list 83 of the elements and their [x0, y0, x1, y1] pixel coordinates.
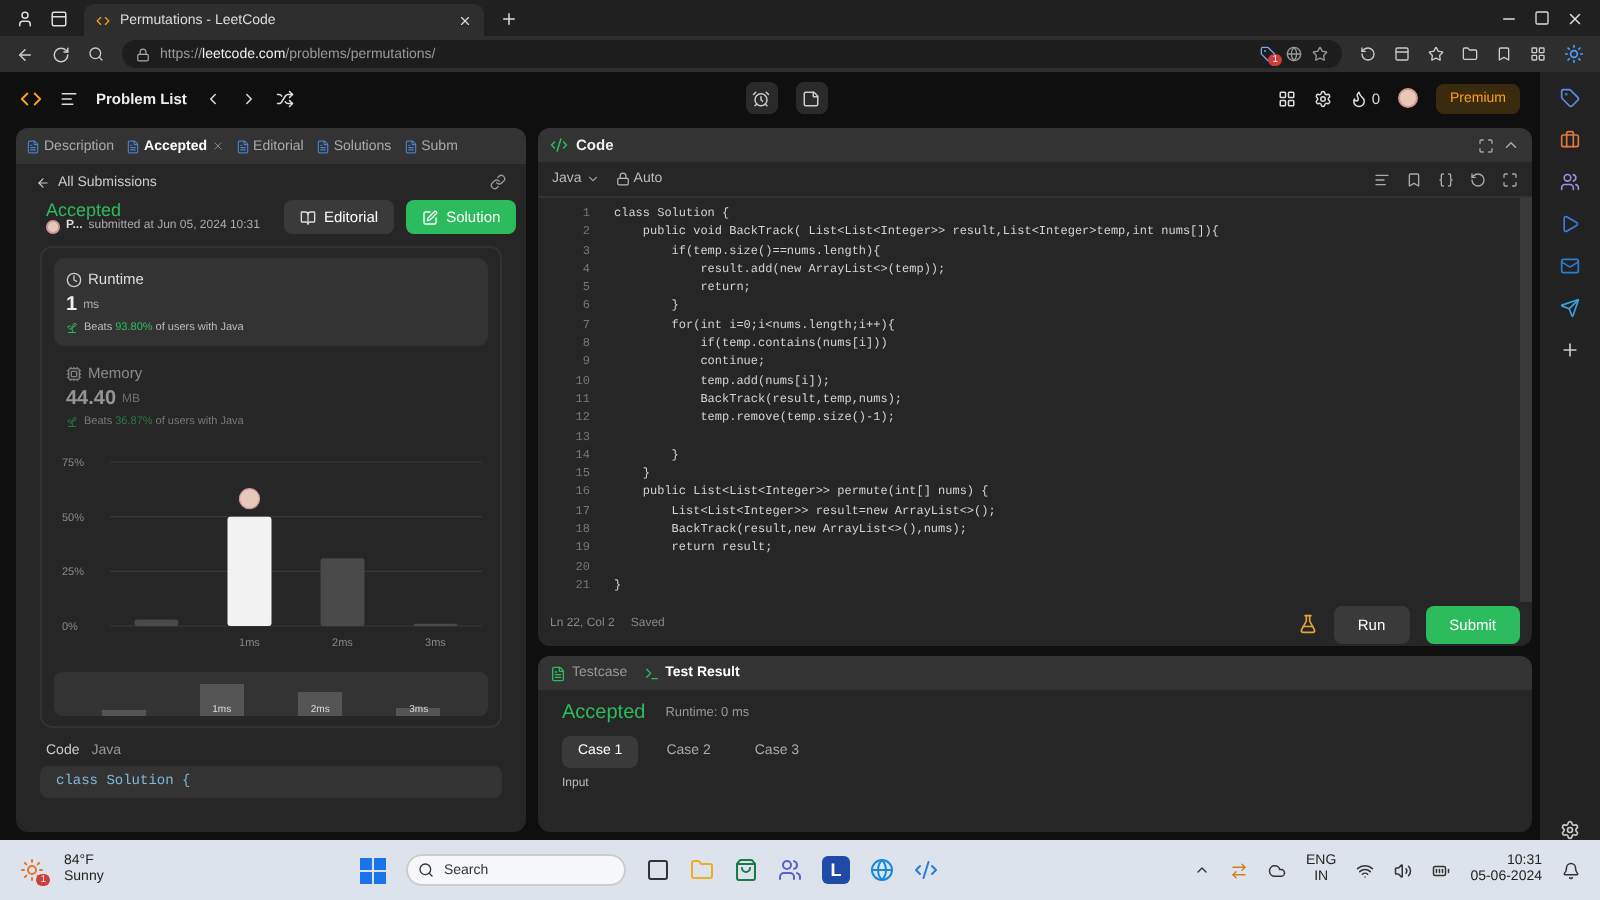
- browser-icon[interactable]: [869, 858, 894, 882]
- fullscreen-icon[interactable]: [1478, 137, 1494, 153]
- metric-icon: [66, 271, 82, 288]
- editor-icon[interactable]: [913, 858, 938, 882]
- tab-icon: [403, 139, 418, 153]
- tab-icon: [550, 665, 566, 681]
- link-icon[interactable]: [490, 174, 506, 190]
- settings-icon[interactable]: [1313, 89, 1332, 107]
- debug-icon[interactable]: [1297, 614, 1318, 634]
- send-icon[interactable]: [1560, 298, 1580, 318]
- people-icon[interactable]: [1560, 172, 1580, 192]
- lock-icon: [615, 172, 630, 186]
- add-icon[interactable]: [1560, 340, 1580, 360]
- battery-icon[interactable]: [1432, 861, 1451, 879]
- tab-icon: [235, 139, 250, 153]
- submission-status: Accepted: [46, 200, 122, 220]
- split-screen-icon[interactable]: [1394, 46, 1410, 62]
- mini-bar: [101, 710, 146, 717]
- windows-logo-icon[interactable]: [359, 857, 386, 883]
- extension-icon[interactable]: [1260, 46, 1276, 62]
- weather-icon[interactable]: [20, 858, 44, 882]
- tab-icon: [643, 665, 660, 681]
- user-avatar: [46, 220, 60, 235]
- leaf-icon: [66, 416, 78, 429]
- list-icon[interactable]: [60, 89, 78, 107]
- user-avatar[interactable]: [1397, 88, 1418, 108]
- volume-icon[interactable]: [1394, 861, 1413, 879]
- reset-icon[interactable]: [1470, 171, 1486, 187]
- flame-icon[interactable]: [1349, 89, 1368, 107]
- avatar-marker: [238, 488, 261, 510]
- reload-icon[interactable]: [52, 45, 70, 63]
- format-icon[interactable]: [1374, 171, 1390, 187]
- tab-icon: [315, 139, 330, 153]
- maximize-icon[interactable]: [1534, 10, 1550, 26]
- tag-icon[interactable]: [1560, 88, 1580, 108]
- tray-chevron-icon[interactable]: [1194, 862, 1211, 878]
- expand-icon[interactable]: [1502, 171, 1518, 187]
- leaf-icon: [66, 322, 78, 335]
- chevron-down-icon: [585, 172, 600, 186]
- app-tile[interactable]: L: [821, 856, 850, 884]
- bookmark-icon[interactable]: [1406, 171, 1422, 187]
- teams-icon[interactable]: [777, 858, 802, 882]
- favorites-icon[interactable]: [1428, 46, 1444, 62]
- histogram-bar[interactable]: [227, 517, 272, 627]
- wifi-icon[interactable]: [1356, 861, 1375, 879]
- favorite-icon[interactable]: [1312, 46, 1328, 62]
- refresh-icon[interactable]: [1360, 46, 1376, 62]
- result-verdict: Accepted: [562, 702, 646, 725]
- metric-value: 44.40: [66, 388, 117, 411]
- mail-icon[interactable]: [1560, 256, 1580, 276]
- shuffle-icon[interactable]: [276, 89, 295, 107]
- collapse-icon[interactable]: [1502, 136, 1520, 154]
- back-arrow-icon: [36, 175, 50, 189]
- lock-icon: [136, 47, 150, 61]
- new-tab-icon[interactable]: [500, 9, 518, 27]
- play-icon[interactable]: [1560, 214, 1580, 234]
- notes-button[interactable]: [795, 82, 828, 114]
- search-icon[interactable]: [88, 46, 104, 62]
- store-icon[interactable]: [733, 858, 758, 882]
- back-icon[interactable]: [16, 45, 34, 63]
- collections-icon[interactable]: [1462, 46, 1478, 62]
- metric-value: 1: [66, 294, 78, 317]
- grid-icon[interactable]: [1277, 89, 1296, 107]
- alarm-clock-icon: [752, 89, 771, 107]
- briefcase-icon[interactable]: [1560, 130, 1580, 150]
- code-icon: [550, 136, 568, 154]
- note-icon: [802, 89, 821, 107]
- task-view-icon[interactable]: [645, 858, 670, 882]
- edit-icon: [422, 209, 439, 226]
- profile-icon[interactable]: [16, 9, 34, 27]
- settings-icon[interactable]: [1560, 820, 1580, 840]
- workspaces-icon[interactable]: [50, 9, 68, 27]
- cloud-icon[interactable]: [1268, 861, 1287, 879]
- tab-icon: [26, 139, 40, 153]
- braces-icon[interactable]: [1438, 171, 1454, 187]
- close-tab-icon[interactable]: [458, 13, 472, 27]
- leetcode-logo-icon[interactable]: [20, 87, 42, 109]
- tab-favicon-icon: [96, 13, 110, 27]
- timer-button[interactable]: [745, 82, 778, 114]
- metric-icon: [66, 365, 82, 382]
- tab-icon: [126, 139, 141, 153]
- book-icon: [299, 209, 316, 226]
- notification-icon[interactable]: [1562, 861, 1580, 879]
